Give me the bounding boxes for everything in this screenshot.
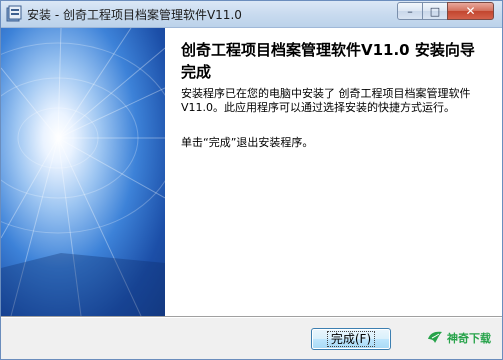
installer-app-icon bbox=[6, 5, 22, 22]
exit-instruction: 单击“完成”退出安装程序。 bbox=[181, 136, 314, 149]
window-title: 安装 - 创奇工程项目档案管理软件V11.0 bbox=[27, 8, 242, 22]
close-icon: ✕ bbox=[465, 4, 476, 18]
site-watermark: 神奇下载 bbox=[426, 329, 491, 347]
maximize-icon: □ bbox=[429, 4, 441, 18]
wizard-banner-image bbox=[1, 28, 165, 316]
minimize-icon: – bbox=[407, 4, 413, 18]
finish-button[interactable]: 完成(F) bbox=[311, 328, 391, 350]
maximize-button[interactable]: □ bbox=[422, 2, 448, 20]
watermark-text: 神奇下载 bbox=[447, 332, 491, 345]
installer-window: 安装 - 创奇工程项目档案管理软件V11.0 – □ ✕ 创奇工程项目档案管理软… bbox=[0, 0, 503, 360]
minimize-button[interactable]: – bbox=[397, 2, 423, 20]
close-button[interactable]: ✕ bbox=[447, 2, 494, 20]
completion-message: 安装程序已在您的电脑中安装了 创奇工程项目档案管理软件V11.0。此应用程序可以… bbox=[181, 87, 471, 114]
watermark-logo-icon bbox=[428, 331, 442, 343]
title-bar[interactable]: 安装 - 创奇工程项目档案管理软件V11.0 – □ ✕ bbox=[1, 1, 502, 28]
finish-button-label: 完成(F) bbox=[326, 331, 376, 347]
page-title: 创奇工程项目档案管理软件V11.0 安装向导完成 bbox=[181, 41, 475, 81]
